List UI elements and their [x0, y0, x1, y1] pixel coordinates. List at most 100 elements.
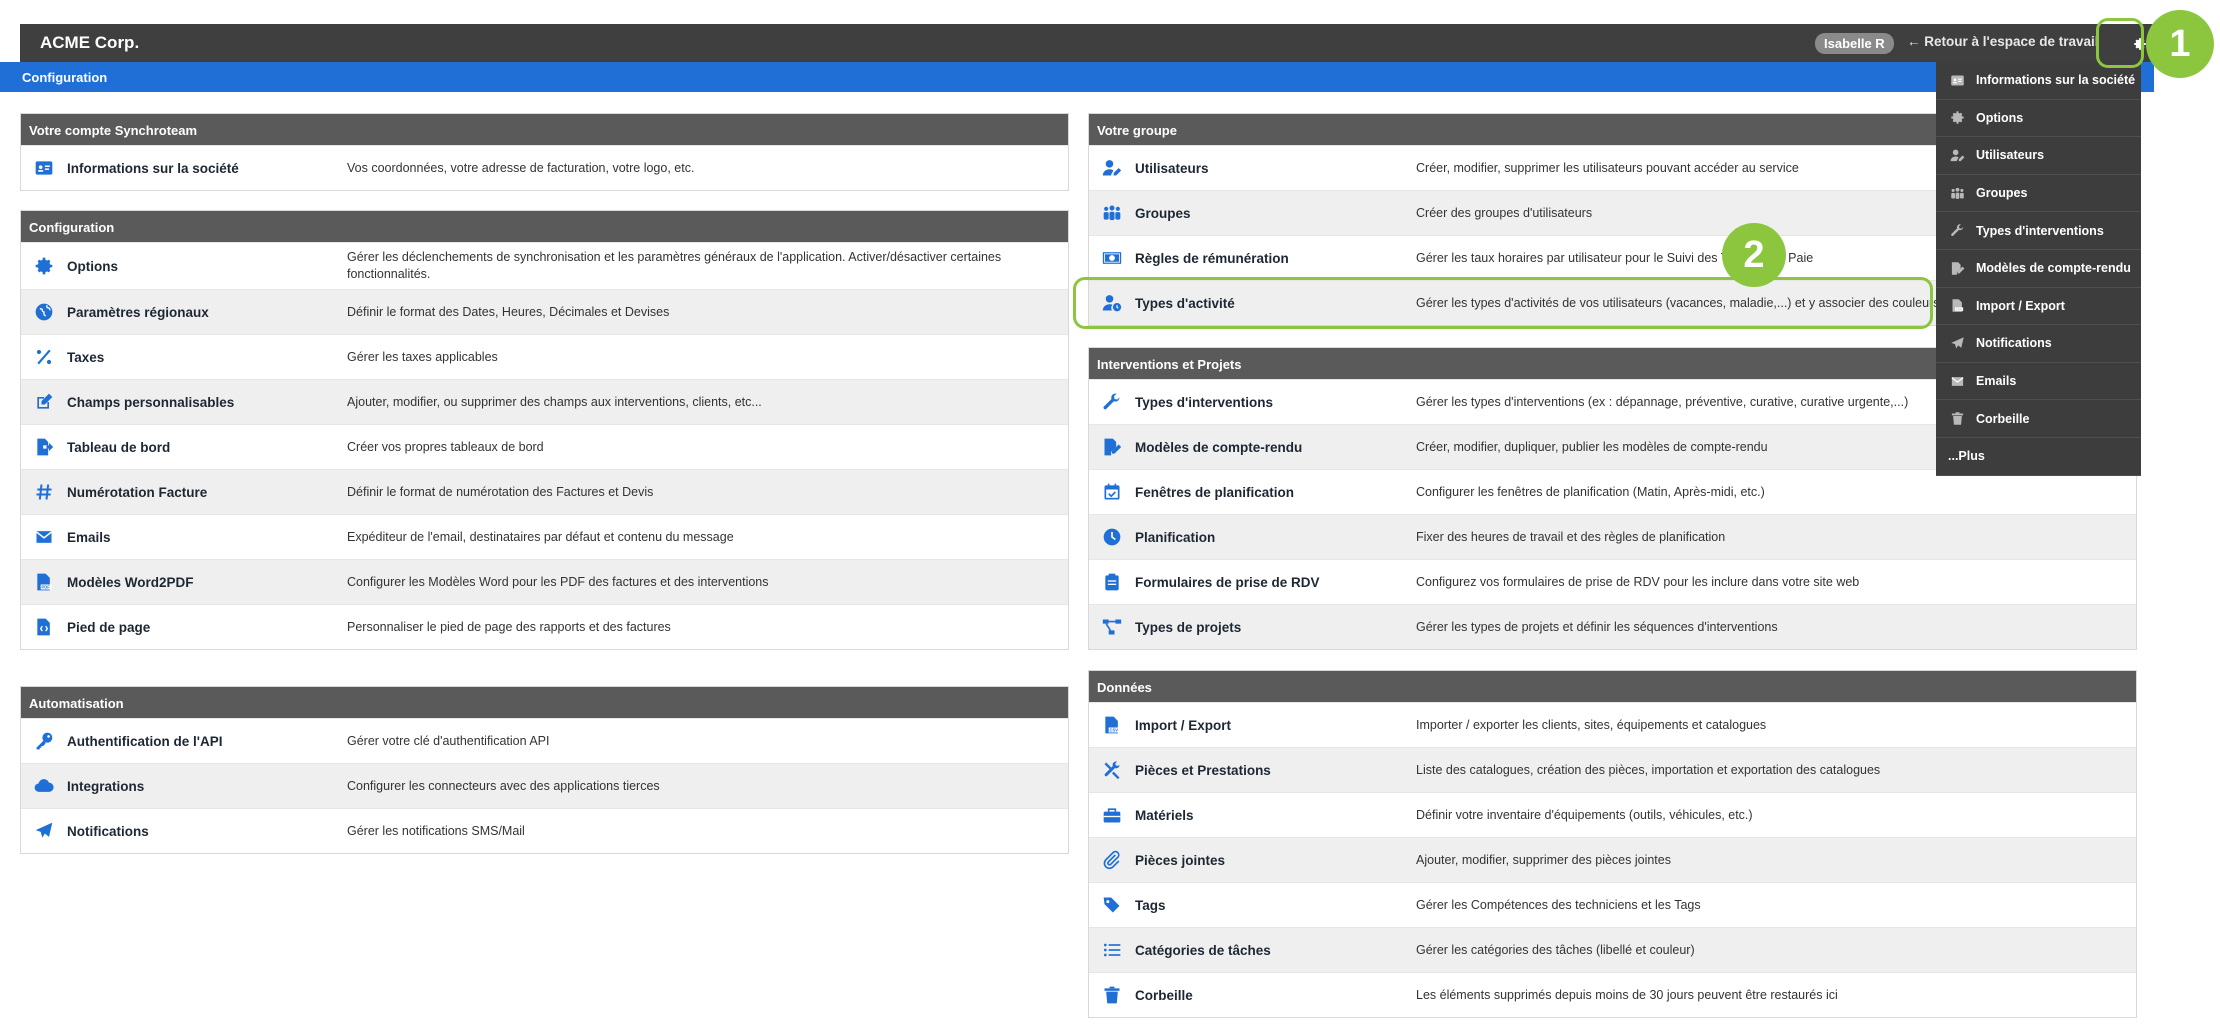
row-title[interactable]: Catégories de tâches: [1135, 943, 1416, 958]
dropdown-item[interactable]: Emails: [1936, 363, 2141, 401]
settings-row[interactable]: Options Gérer les déclenchements de synch…: [21, 242, 1068, 289]
clipboard-icon: [1105, 573, 1119, 591]
settings-row[interactable]: Tableau de bord Créer vos propres tableau…: [21, 424, 1068, 469]
percent-icon: [36, 349, 52, 365]
row-title[interactable]: Emails: [67, 530, 347, 545]
settings-row[interactable]: Corbeille Les éléments supprimés depuis m…: [1089, 972, 2136, 1017]
settings-row[interactable]: Champs personnalisables Ajouter, modifier…: [21, 379, 1068, 424]
row-icon: [1099, 203, 1125, 223]
settings-row[interactable]: CSV Import / Export Importer / exporter le…: [1089, 702, 2136, 747]
settings-row[interactable]: Pièces jointes Ajouter, modifier, supprim…: [1089, 837, 2136, 882]
dropdown-item[interactable]: Groupes: [1936, 175, 2141, 213]
settings-row[interactable]: Paramètres régionaux Définir le format de…: [21, 289, 1068, 334]
row-description: Les éléments supprimés depuis moins de 3…: [1416, 987, 1838, 1002]
row-title[interactable]: Options: [67, 259, 347, 274]
row-title[interactable]: Tableau de bord: [67, 440, 347, 455]
settings-row[interactable]: Notifications Gérer les notifications SMS…: [21, 808, 1068, 853]
settings-row[interactable]: Authentification de l'API Gérer votre clé…: [21, 718, 1068, 763]
money-bill-icon: [1102, 252, 1122, 264]
settings-row[interactable]: Formulaires de prise de RDV Configurez vo…: [1089, 559, 2136, 604]
row-description: Ajouter, modifier, ou supprimer des cham…: [347, 394, 762, 409]
settings-row[interactable]: PDF Modèles Word2PDF Configurer les Modèle…: [21, 559, 1068, 604]
row-description: Expéditeur de l'email, destinataires par…: [347, 529, 734, 544]
row-description: Configurer les Modèles Word pour les PDF…: [347, 574, 769, 589]
row-title[interactable]: Groupes: [1135, 206, 1416, 221]
row-title[interactable]: Authentification de l'API: [67, 734, 347, 749]
settings-row[interactable]: Emails Expéditeur de l'email, destinatair…: [21, 514, 1068, 559]
panel-account-title: Votre compte Synchroteam: [21, 114, 1068, 145]
row-title[interactable]: Notifications: [67, 824, 347, 839]
row-icon: [31, 158, 57, 178]
row-title[interactable]: Matériels: [1135, 808, 1416, 823]
row-title[interactable]: Tags: [1135, 898, 1416, 913]
calendar-check-icon: [1104, 483, 1120, 500]
settings-row[interactable]: Tags Gérer les Compétences des technicien…: [1089, 882, 2136, 927]
dropdown-item[interactable]: Corbeille: [1936, 400, 2141, 438]
row-title[interactable]: Paramètres régionaux: [67, 305, 347, 320]
row-title[interactable]: Numérotation Facture: [67, 485, 347, 500]
dropdown-item-label: Groupes: [1976, 186, 2028, 201]
row-title[interactable]: Fenêtres de planification: [1135, 485, 1416, 500]
row-title[interactable]: Planification: [1135, 530, 1416, 545]
dropdown-item[interactable]: CSV Import / Export: [1936, 288, 2141, 326]
settings-row[interactable]: Pied de page Personnaliser le pied de pag…: [21, 604, 1068, 649]
return-to-workspace-link[interactable]: ← Retour à l'espace de travail: [1907, 34, 2099, 49]
row-title[interactable]: Types d'interventions: [1135, 395, 1416, 410]
settings-row[interactable]: Types de projets Gérer les types de proje…: [1089, 604, 2136, 649]
settings-row[interactable]: Planification Fixer des heures de travail…: [1089, 514, 2136, 559]
user-badge[interactable]: Isabelle R: [1815, 33, 1894, 54]
row-title[interactable]: Corbeille: [1135, 988, 1416, 1003]
row-title[interactable]: Pièces et Prestations: [1135, 763, 1416, 778]
row-title[interactable]: Pied de page: [67, 620, 347, 635]
panel-configuration: Configuration Options Gérer les déclenche…: [20, 210, 1069, 650]
row-icon: [1099, 985, 1125, 1005]
row-icon: [31, 821, 57, 841]
row-icon: [31, 527, 57, 547]
settings-row[interactable]: Integrations Configurer les connecteurs a…: [21, 763, 1068, 808]
row-icon: [31, 731, 57, 751]
row-icon: [1099, 392, 1125, 412]
row-title[interactable]: Types de projets: [1135, 620, 1416, 635]
dropdown-item[interactable]: Options: [1936, 100, 2141, 138]
settings-row[interactable]: Pièces et Prestations Liste des catalogue…: [1089, 747, 2136, 792]
user-edit-icon: [1102, 160, 1122, 176]
dropdown-item-more[interactable]: ...Plus: [1936, 438, 2141, 476]
dropdown-item[interactable]: Utilisateurs: [1936, 137, 2141, 175]
dropdown-item-label: Notifications: [1976, 336, 2052, 351]
row-title[interactable]: Champs personnalisables: [67, 395, 347, 410]
settings-row[interactable]: Informations sur la société Vos coordonné…: [21, 145, 1068, 190]
row-title[interactable]: Modèles de compte-rendu: [1135, 440, 1416, 455]
row-title[interactable]: Informations sur la société: [67, 161, 347, 176]
settings-row[interactable]: Taxes Gérer les taxes applicables: [21, 334, 1068, 379]
row-title[interactable]: Import / Export: [1135, 718, 1416, 733]
row-title[interactable]: Règles de rémunération: [1135, 251, 1416, 266]
row-description: Personnaliser le pied de page des rappor…: [347, 619, 671, 634]
edit-icon: [37, 393, 53, 409]
gear-icon: [1950, 111, 1964, 125]
row-title[interactable]: Formulaires de prise de RDV: [1135, 575, 1416, 590]
paper-plane-icon: [35, 822, 53, 838]
dropdown-item-icon: [1946, 261, 1968, 276]
row-icon: [1099, 895, 1125, 915]
row-title[interactable]: Integrations: [67, 779, 347, 794]
settings-row[interactable]: Matériels Définir votre inventaire d'équi…: [1089, 792, 2136, 837]
row-title[interactable]: Modèles Word2PDF: [67, 575, 347, 590]
settings-row[interactable]: Catégories de tâches Gérer les catégories…: [1089, 927, 2136, 972]
dropdown-item-label: Options: [1976, 110, 2024, 125]
clock-icon: [1103, 528, 1121, 546]
tags-icon: [1103, 897, 1120, 913]
row-title[interactable]: Utilisateurs: [1135, 161, 1416, 176]
row-title[interactable]: Taxes: [67, 350, 347, 365]
file-csv-icon: CSV: [1952, 299, 1963, 313]
row-description: Vos coordonnées, votre adresse de factur…: [347, 160, 695, 175]
row-icon: CSV: [1099, 715, 1125, 735]
row-title[interactable]: Pièces jointes: [1135, 853, 1416, 868]
envelope-icon: [36, 531, 52, 543]
svg-text:CSV: CSV: [1110, 728, 1119, 733]
settings-row[interactable]: Numérotation Facture Définir le format de…: [21, 469, 1068, 514]
callout-step-2: 2: [1722, 223, 1786, 287]
dropdown-item[interactable]: Notifications: [1936, 325, 2141, 363]
dropdown-item[interactable]: Types d'interventions: [1936, 212, 2141, 250]
row-icon: [31, 347, 57, 367]
dropdown-item[interactable]: Modèles de compte-rendu: [1936, 250, 2141, 288]
